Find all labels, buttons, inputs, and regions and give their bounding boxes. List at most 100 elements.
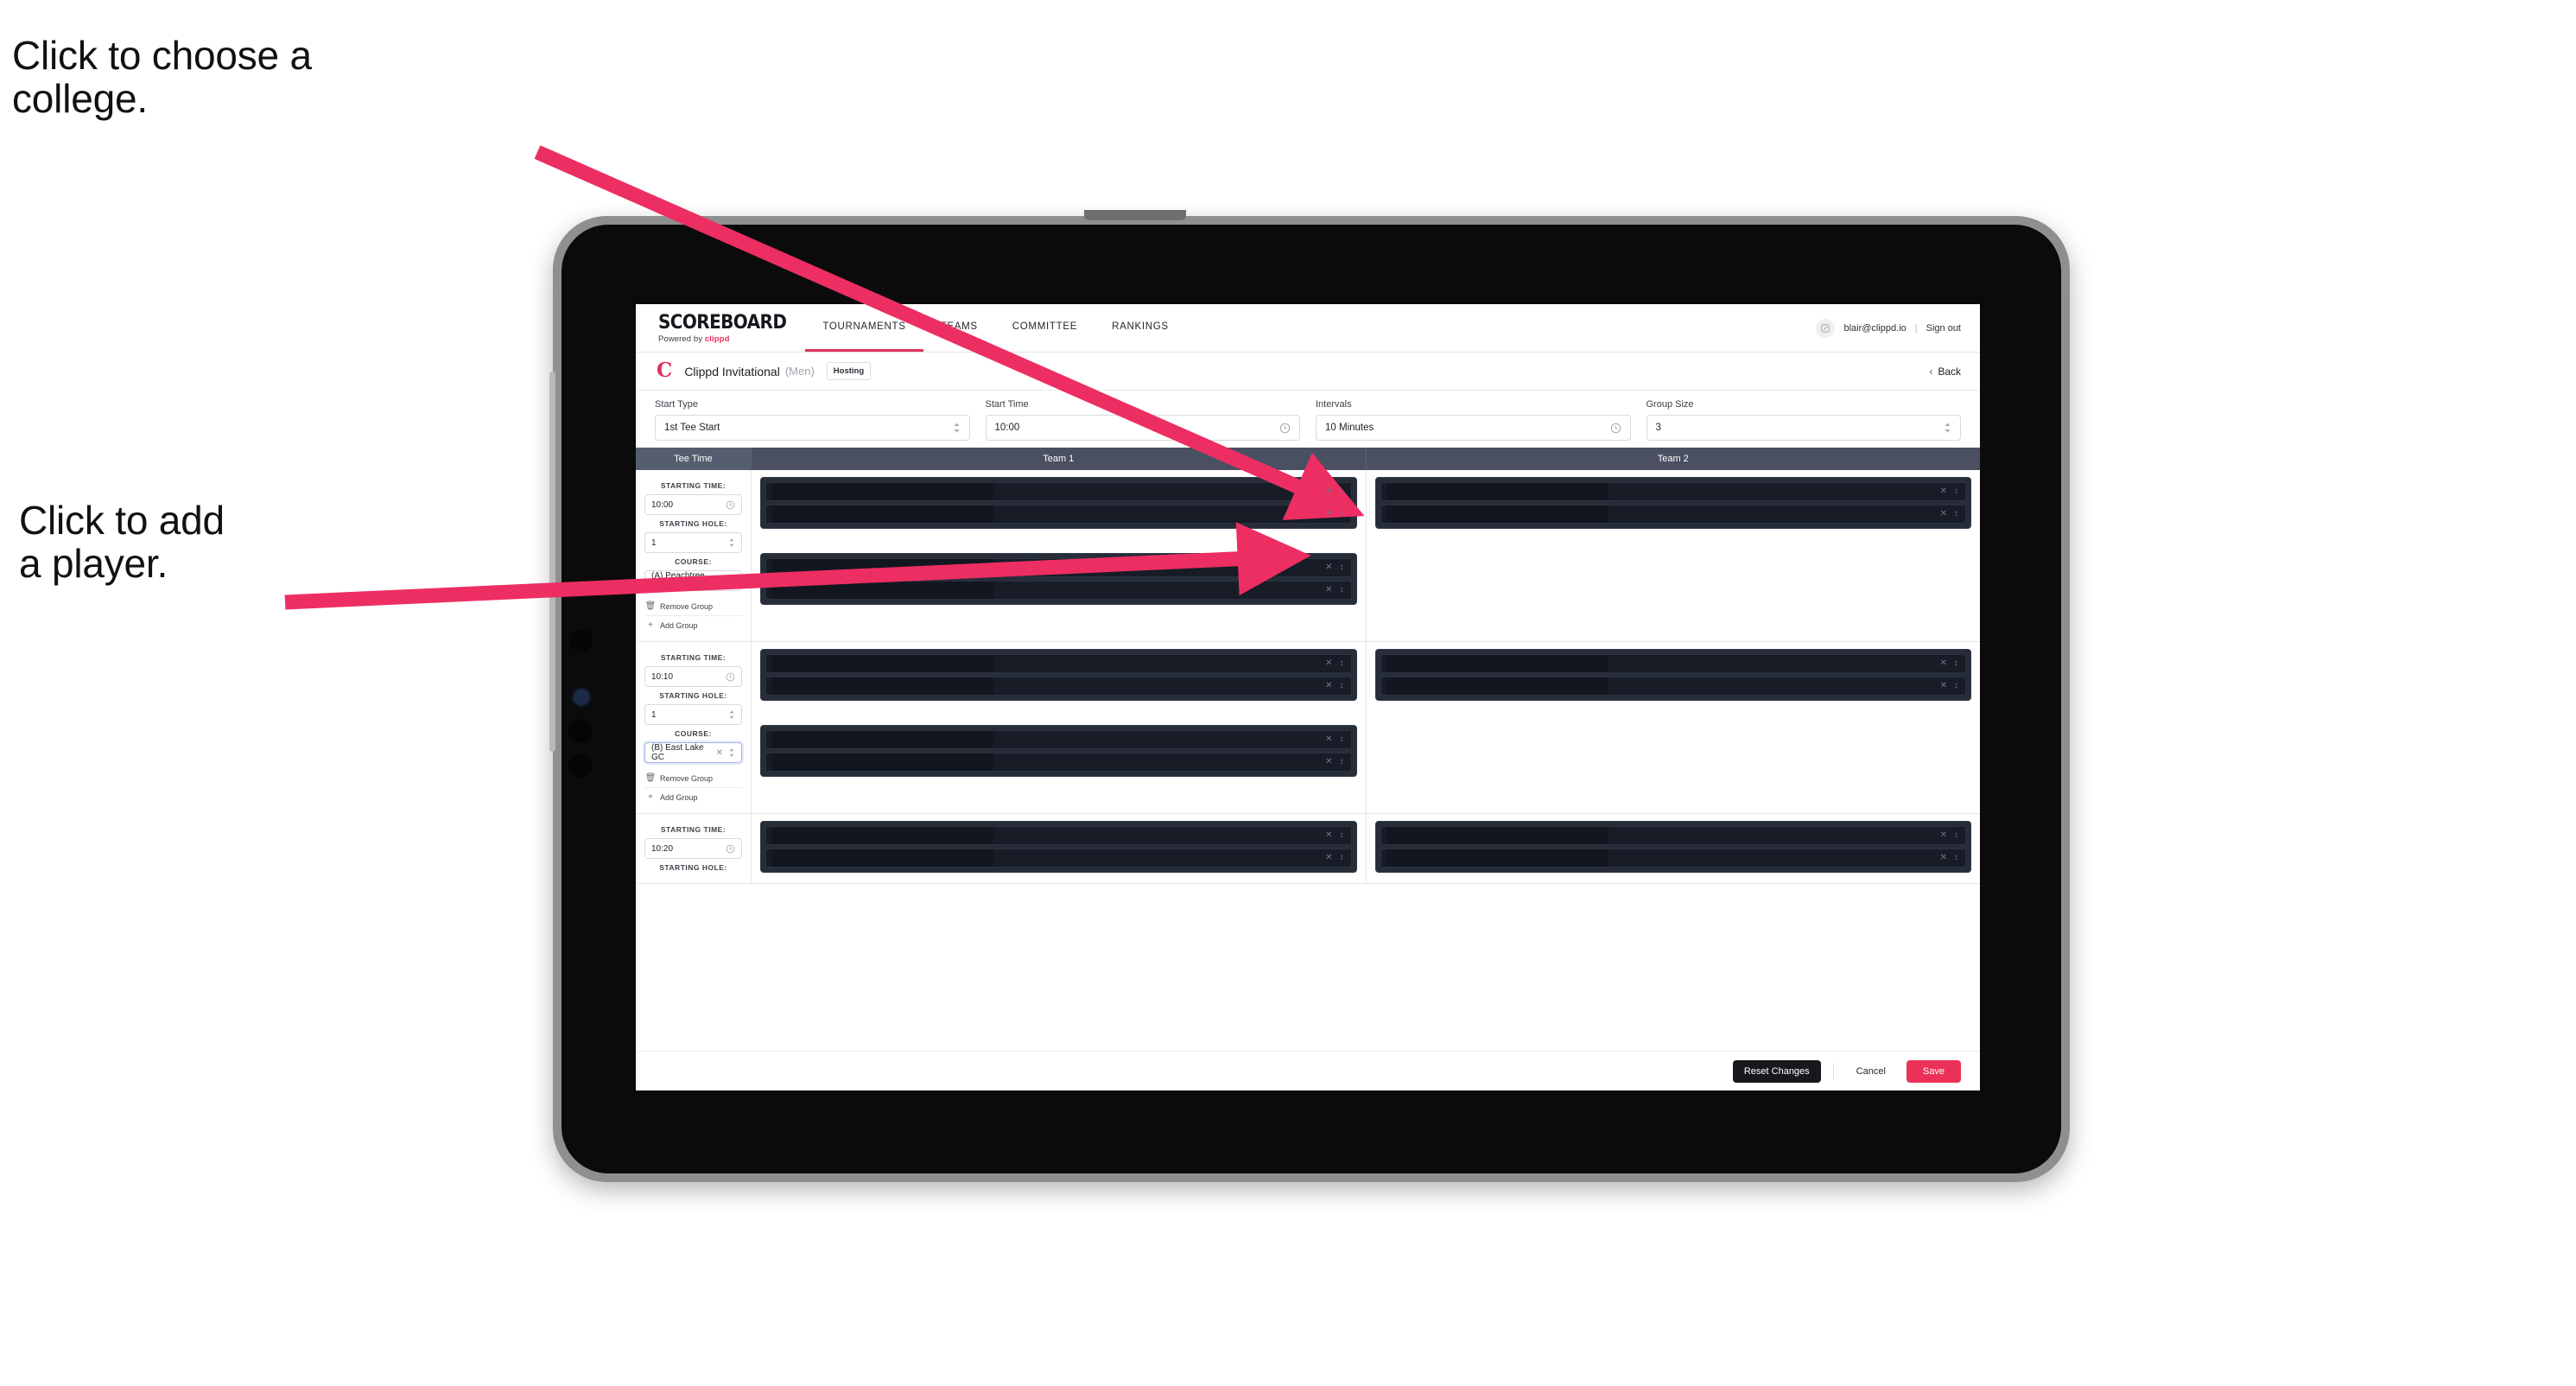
player-slot[interactable]: ✕ ↕ (765, 753, 1352, 772)
starting-time-input[interactable]: 10:10 (644, 666, 742, 687)
tee-sheet-table-body[interactable]: STARTING TIME: 10:00 STARTING HOLE: 1 CO… (636, 470, 1980, 1051)
nav-item-tournaments[interactable]: TOURNAMENTS (805, 304, 923, 352)
remove-player-icon[interactable]: ✕ (1325, 510, 1332, 518)
remove-player-icon[interactable]: ✕ (1325, 487, 1332, 496)
intervals-input[interactable]: 10 Minutes (1316, 415, 1631, 441)
player-slot[interactable]: ✕ ↕ (765, 826, 1352, 845)
start-type-select[interactable]: 1st Tee Start (655, 415, 970, 441)
player-slot[interactable]: ✕ ↕ (765, 505, 1352, 524)
stepper-icon[interactable]: ↕ (1954, 682, 1958, 690)
stepper-icon[interactable]: ↕ (1954, 854, 1958, 862)
reset-changes-button[interactable]: Reset Changes (1732, 1059, 1821, 1083)
starting-time-input[interactable]: 10:20 (644, 838, 742, 859)
remove-player-icon[interactable]: ✕ (1325, 682, 1332, 690)
tablet-left-edge (549, 372, 555, 752)
stepper-icon[interactable] (1944, 422, 1951, 434)
stepper-icon[interactable]: ↕ (1954, 831, 1958, 840)
back-button[interactable]: ‹ Back (1929, 366, 1961, 378)
clear-course-icon[interactable]: ✕ (716, 576, 723, 586)
clock-icon[interactable] (726, 844, 735, 854)
starting-time-input[interactable]: 10:00 (644, 494, 742, 515)
stepper-icon[interactable]: ↕ (1340, 758, 1344, 766)
remove-player-icon[interactable]: ✕ (1940, 487, 1947, 496)
clock-icon[interactable] (1279, 423, 1291, 434)
stepper-icon[interactable]: ↕ (1340, 854, 1344, 862)
stepper-icon[interactable] (728, 575, 735, 586)
remove-player-icon[interactable]: ✕ (1325, 563, 1332, 572)
clear-course-icon[interactable]: ✕ (716, 748, 723, 758)
remove-player-icon[interactable]: ✕ (1940, 510, 1947, 518)
add-group-button[interactable]: + Add Group (644, 788, 742, 806)
player-slot[interactable]: ✕ ↕ (765, 581, 1352, 600)
remove-player-icon[interactable]: ✕ (1325, 586, 1332, 594)
stepper-icon[interactable]: ↕ (1340, 563, 1344, 572)
sign-out-link[interactable]: Sign out (1926, 323, 1961, 334)
tee-time-cell: STARTING TIME: 10:10 STARTING HOLE: 1 CO… (636, 642, 752, 813)
stepper-icon[interactable] (728, 537, 735, 548)
nav-item-teams[interactable]: TEAMS (923, 304, 995, 352)
stepper-icon[interactable]: ↕ (1340, 831, 1344, 840)
start-time-input[interactable]: 10:00 (985, 415, 1300, 441)
remove-group-button[interactable]: 🗑 Remove Group (644, 769, 742, 788)
player-group: ✕ ↕ ✕ ↕ (760, 725, 1357, 777)
clock-icon[interactable] (1610, 423, 1621, 434)
player-slot[interactable]: ✕ ↕ (765, 677, 1352, 696)
intervals-label: Intervals (1316, 399, 1352, 410)
player-slot[interactable]: ✕ ↕ (765, 730, 1352, 749)
starting-hole-input[interactable]: 1 (644, 704, 742, 725)
remove-player-icon[interactable]: ✕ (1940, 682, 1947, 690)
stepper-icon[interactable]: ↕ (1340, 659, 1344, 668)
remove-player-icon[interactable]: ✕ (1325, 831, 1332, 840)
nav-item-rankings[interactable]: RANKINGS (1094, 304, 1186, 352)
starting-hole-value: 1 (651, 537, 657, 548)
course-select[interactable]: (B) East Lake GC ✕ (644, 742, 742, 763)
user-icon[interactable] (1816, 318, 1836, 338)
remove-player-icon[interactable]: ✕ (1325, 758, 1332, 766)
stepper-icon[interactable]: ↕ (1340, 735, 1344, 744)
stepper-icon[interactable]: ↕ (1954, 487, 1958, 496)
player-group: ✕ ↕ ✕ ↕ (760, 477, 1357, 529)
stepper-icon[interactable]: ↕ (1954, 510, 1958, 518)
remove-player-icon[interactable]: ✕ (1940, 831, 1947, 840)
remove-player-icon[interactable]: ✕ (1940, 659, 1947, 668)
player-slot[interactable]: ✕ ↕ (765, 482, 1352, 501)
stepper-icon[interactable]: ↕ (1340, 586, 1344, 594)
player-slot[interactable]: ✕ ↕ (1380, 677, 1966, 696)
stepper-icon[interactable] (728, 709, 735, 720)
player-slot[interactable]: ✕ ↕ (765, 849, 1352, 868)
stepper-icon[interactable]: ↕ (1954, 659, 1958, 668)
remove-player-icon[interactable]: ✕ (1940, 854, 1947, 862)
remove-player-icon[interactable]: ✕ (1325, 735, 1332, 744)
nav-item-committee[interactable]: COMMITTEE (995, 304, 1094, 352)
cancel-button[interactable]: Cancel (1846, 1060, 1896, 1083)
remove-player-icon[interactable]: ✕ (1325, 659, 1332, 668)
brand-logo[interactable]: SCOREBOARD Powered by clippd (636, 304, 805, 352)
footer-divider (1832, 1062, 1834, 1080)
starting-time-value: 10:10 (651, 671, 674, 682)
starting-time-label: STARTING TIME: (660, 653, 726, 662)
save-button[interactable]: Save (1906, 1059, 1961, 1083)
group-size-select[interactable]: 3 (1646, 415, 1961, 441)
clock-icon[interactable] (726, 672, 735, 682)
player-slot[interactable]: ✕ ↕ (1380, 482, 1966, 501)
player-slot[interactable]: ✕ ↕ (1380, 505, 1966, 524)
player-slot[interactable]: ✕ ↕ (765, 558, 1352, 577)
remove-group-button[interactable]: 🗑 Remove Group (644, 597, 742, 616)
stepper-icon[interactable]: ↕ (1340, 682, 1344, 690)
player-slot[interactable]: ✕ ↕ (1380, 826, 1966, 845)
stepper-icon[interactable]: ↕ (1340, 510, 1344, 518)
player-slot[interactable]: ✕ ↕ (1380, 654, 1966, 673)
starting-hole-input[interactable]: 1 (644, 532, 742, 553)
clock-icon[interactable] (726, 500, 735, 510)
stepper-icon[interactable]: ↕ (1340, 487, 1344, 496)
stepper-icon[interactable] (728, 747, 735, 758)
team-1-cell: ✕ ↕ ✕ ↕ ✕ ↕ ✕ ↕ (752, 642, 1367, 813)
player-slot[interactable]: ✕ ↕ (1380, 849, 1966, 868)
camera-lens-icon (570, 629, 593, 652)
sensor-icon-b (568, 719, 593, 743)
add-group-button[interactable]: + Add Group (644, 616, 742, 634)
player-slot[interactable]: ✕ ↕ (765, 654, 1352, 673)
stepper-icon[interactable] (953, 422, 961, 434)
remove-player-icon[interactable]: ✕ (1325, 854, 1332, 862)
course-select[interactable]: (A) Peachtree GC ✕ (644, 570, 742, 591)
